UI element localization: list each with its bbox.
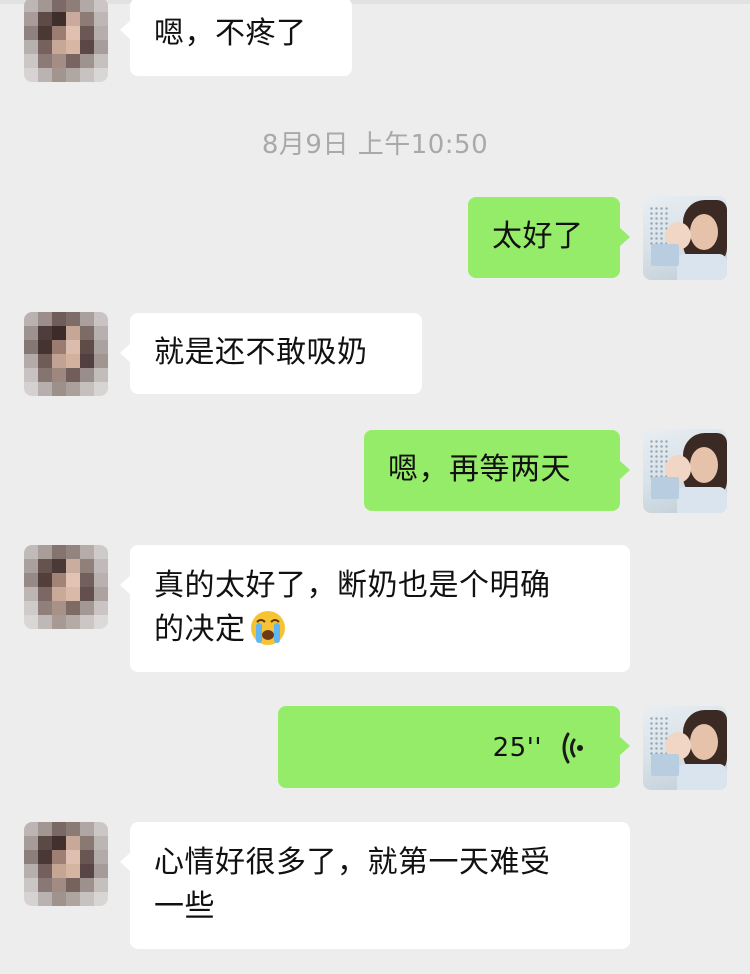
message-text-line: 的决定	[154, 612, 246, 647]
message-bubble-incoming[interactable]: 心情好很多了，就第一天难受 一些	[120, 822, 630, 949]
message-text-line-with-emoji: 的决定	[154, 608, 606, 652]
contact-avatar[interactable]	[24, 822, 108, 906]
message-timestamp: 8月9日 上午10:50	[261, 130, 489, 160]
message-text: 太好了	[492, 219, 584, 254]
message-text: 嗯，不疼了	[154, 16, 307, 51]
pixelated-avatar-image	[24, 312, 108, 396]
brand-avatar-image	[643, 429, 727, 513]
loudly-crying-face-emoji	[250, 610, 285, 645]
message-text-line: 心情好很多了，就第一天难受	[154, 845, 551, 880]
top-divider	[0, 0, 750, 4]
message-bubble-outgoing[interactable]: 嗯，再等两天	[364, 430, 630, 511]
message-text: 就是还不敢吸奶	[154, 335, 368, 370]
voice-duration: 25''	[492, 733, 542, 763]
message-text: 嗯，再等两天	[388, 452, 571, 487]
message-bubble-incoming[interactable]: 嗯，不疼了	[120, 0, 352, 76]
contact-avatar[interactable]	[24, 545, 108, 629]
pixelated-avatar-image	[24, 0, 108, 82]
pixelated-avatar-image	[24, 822, 108, 906]
message-text-line: 一些	[154, 889, 215, 924]
contact-avatar[interactable]	[24, 312, 108, 396]
brand-avatar-image	[643, 706, 727, 790]
voice-message-bubble[interactable]: 25''	[278, 706, 630, 788]
voice-wave-icon	[562, 732, 583, 764]
contact-avatar[interactable]	[24, 0, 108, 82]
self-avatar[interactable]	[643, 429, 727, 513]
pixelated-avatar-image	[24, 545, 108, 629]
message-bubble-incoming[interactable]: 真的太好了，断奶也是个明确 的决定	[120, 545, 630, 672]
self-avatar[interactable]	[643, 196, 727, 280]
message-text-line: 真的太好了，断奶也是个明确	[154, 568, 551, 603]
brand-avatar-image	[643, 196, 727, 280]
message-bubble-outgoing[interactable]: 太好了	[468, 197, 630, 278]
self-avatar[interactable]	[643, 706, 727, 790]
message-bubble-incoming[interactable]: 就是还不敢吸奶	[120, 313, 422, 394]
